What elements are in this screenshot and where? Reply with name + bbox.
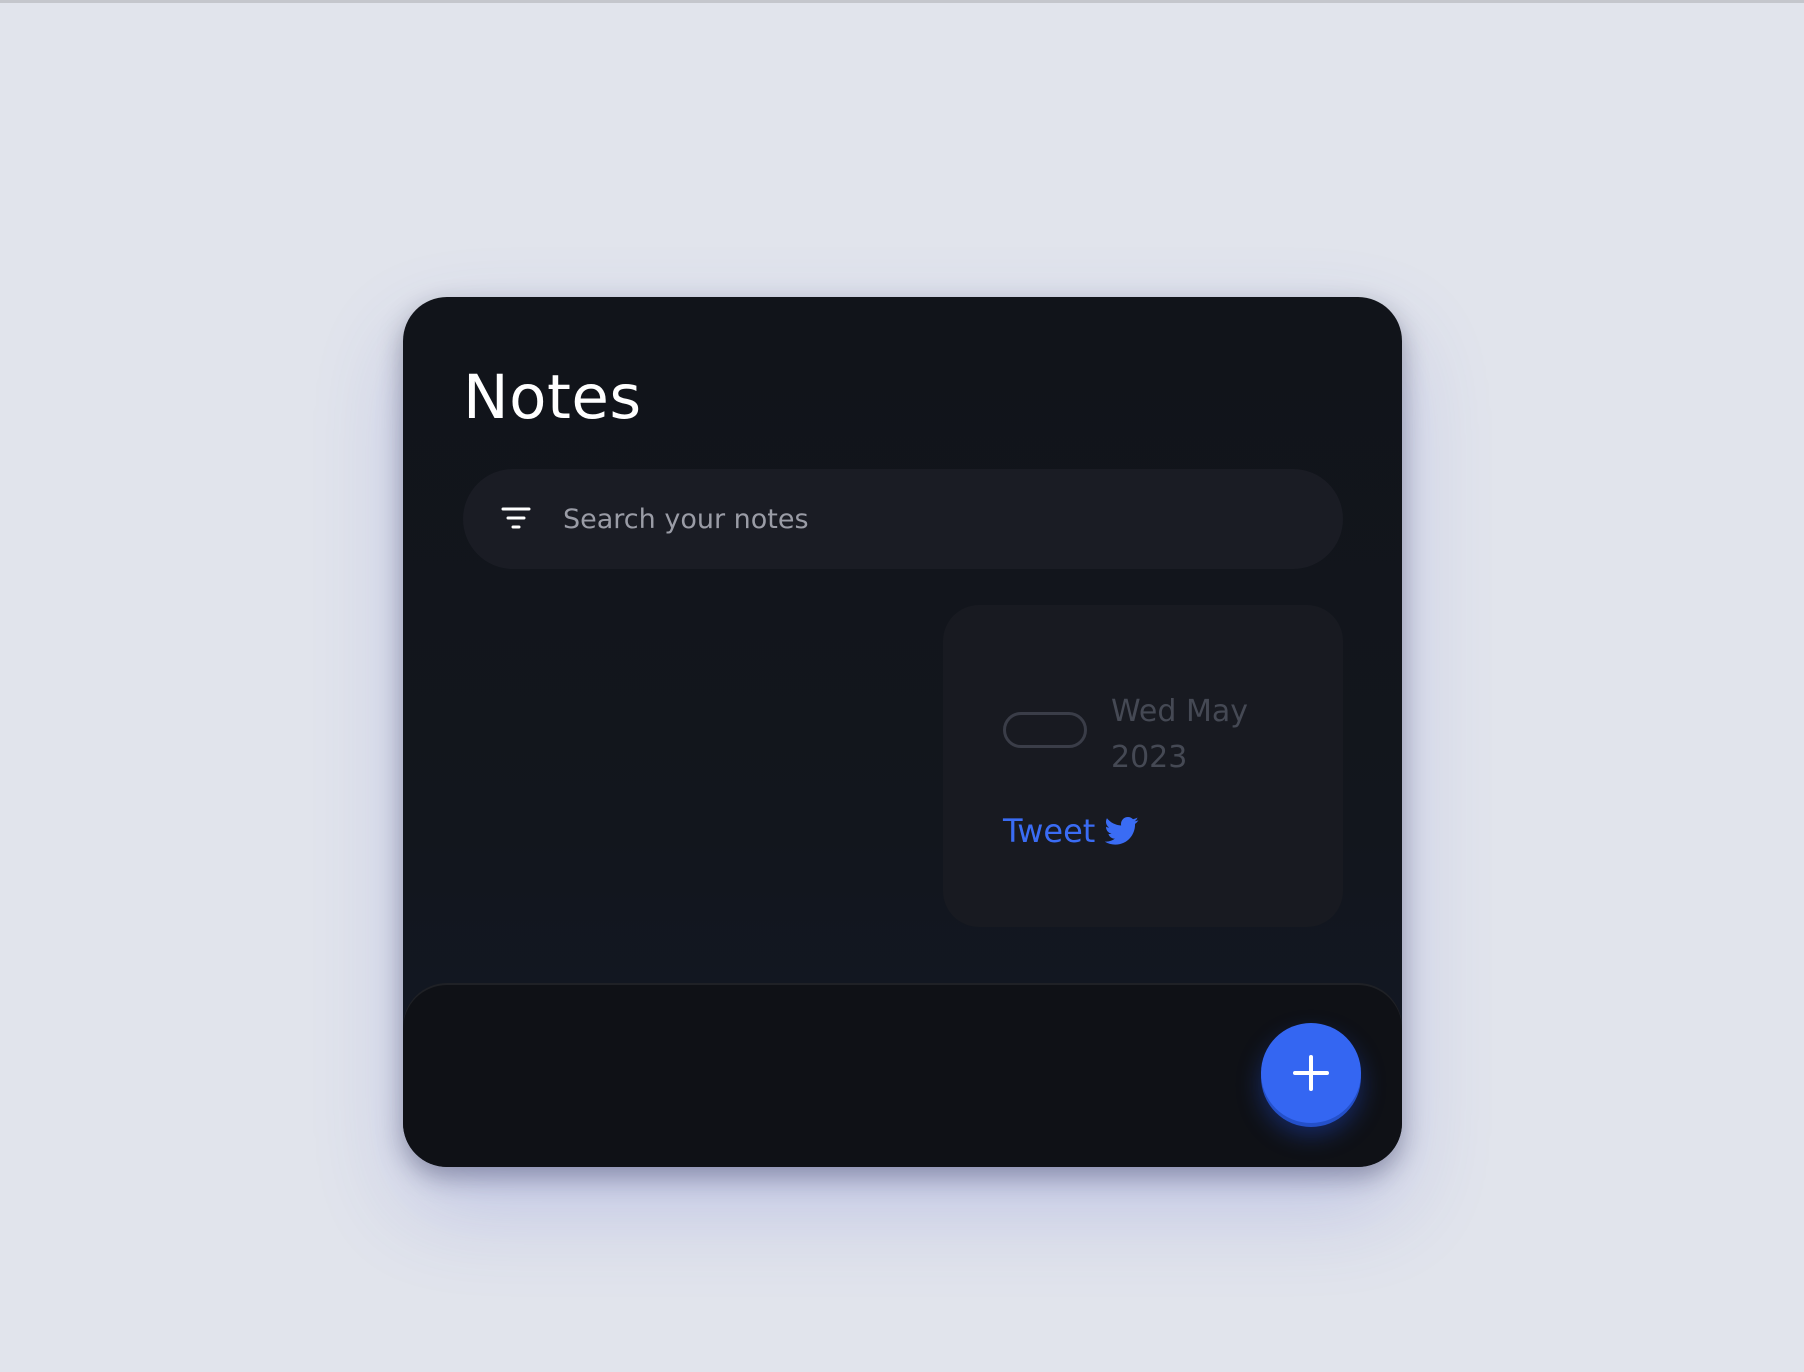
search-input[interactable] [563,491,1303,547]
notes-app-card: Notes Wed May 2023 Tweet [403,297,1402,1167]
note-date: Wed May 2023 [1111,694,1248,775]
search-bar[interactable] [463,469,1343,569]
note-tag-pill[interactable] [1003,712,1087,748]
twitter-bird-icon [1105,816,1139,845]
page-title: Notes [463,362,642,433]
filter-icon[interactable] [501,504,531,534]
bottom-bar [403,983,1402,1167]
window-top-border [0,0,1804,3]
tweet-label: Tweet [1003,812,1096,850]
plus-icon [1293,1055,1329,1091]
add-note-button[interactable] [1261,1023,1361,1123]
note-card[interactable]: Wed May 2023 Tweet [943,605,1343,927]
tweet-button[interactable]: Tweet [1003,815,1139,847]
